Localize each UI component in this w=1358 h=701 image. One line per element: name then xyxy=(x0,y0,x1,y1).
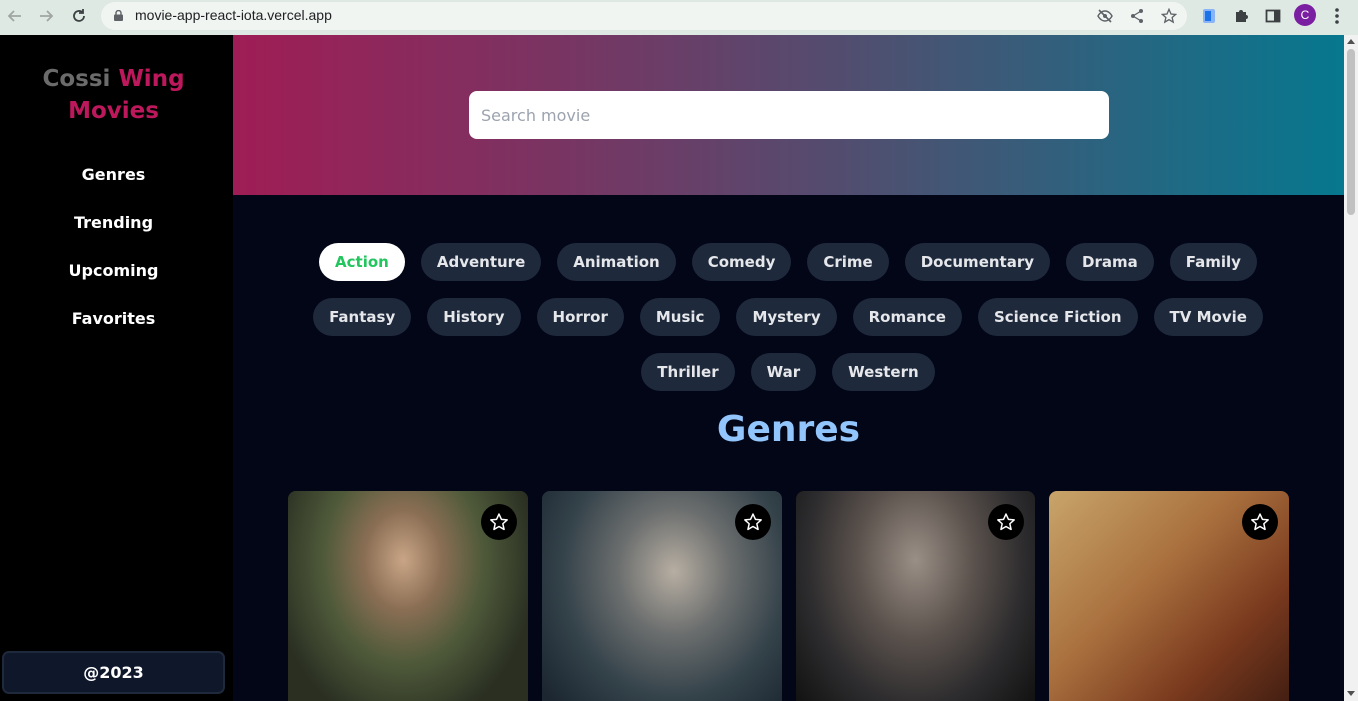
genre-chip-thriller[interactable]: Thriller xyxy=(641,353,735,391)
sidebar-item-upcoming[interactable]: Upcoming xyxy=(0,259,227,307)
genre-chip-action[interactable]: Action xyxy=(319,243,405,281)
puzzle-icon[interactable] xyxy=(1230,5,1252,27)
brand-word-2: Wing xyxy=(118,66,185,92)
kebab-menu-icon[interactable] xyxy=(1326,5,1348,27)
genre-chip-tv-movie[interactable]: TV Movie xyxy=(1153,298,1263,336)
extension-icon[interactable] xyxy=(1198,5,1220,27)
back-arrow-icon[interactable] xyxy=(4,5,26,27)
page-title: Genres xyxy=(716,409,861,450)
sidebar-menu: Genres Trending Upcoming Favorites xyxy=(0,163,227,355)
genre-chip-science-fiction[interactable]: Science Fiction xyxy=(977,298,1138,336)
favorite-star-icon[interactable] xyxy=(734,504,771,540)
genre-chip-crime[interactable]: Crime xyxy=(807,243,889,281)
genre-chip-mystery[interactable]: Mystery xyxy=(736,298,837,336)
sidebar-item-favorites[interactable]: Favorites xyxy=(0,307,227,355)
genre-chip-fantasy[interactable]: Fantasy xyxy=(313,298,412,336)
movie-card[interactable] xyxy=(1049,491,1289,701)
reload-icon[interactable] xyxy=(68,5,90,27)
genre-chip-adventure[interactable]: Adventure xyxy=(420,243,542,281)
genre-chip-western[interactable]: Western xyxy=(832,353,935,391)
brand-word-1: Cossi xyxy=(42,66,111,92)
page-scrollbar[interactable] xyxy=(1344,35,1358,701)
url-text: movie-app-react-iota.vercel.app xyxy=(135,7,332,23)
genre-chip-history[interactable]: History xyxy=(427,298,521,336)
genre-chip-horror[interactable]: Horror xyxy=(536,298,624,336)
scrollbar-thumb[interactable] xyxy=(1347,49,1355,215)
search-input[interactable] xyxy=(469,91,1109,139)
movie-card[interactable] xyxy=(541,491,782,701)
address-bar[interactable]: movie-app-react-iota.vercel.app xyxy=(101,2,1187,30)
copyright-footer: @2023 xyxy=(2,651,225,694)
side-panel-icon[interactable] xyxy=(1262,5,1284,27)
main-content: Action Adventure Animation Comedy Crime … xyxy=(233,35,1344,701)
favorite-star-icon[interactable] xyxy=(1242,504,1278,540)
scroll-down-arrow-icon[interactable] xyxy=(1347,691,1355,696)
hero-banner xyxy=(233,35,1344,195)
scroll-up-arrow-icon[interactable] xyxy=(1347,39,1355,44)
genre-chip-documentary[interactable]: Documentary xyxy=(904,243,1051,281)
avatar[interactable]: C xyxy=(1294,4,1316,26)
favorite-star-icon[interactable] xyxy=(480,504,517,540)
genre-chip-family[interactable]: Family xyxy=(1169,243,1257,281)
genre-list: Action Adventure Animation Comedy Crime … xyxy=(293,243,1283,391)
eye-off-icon[interactable] xyxy=(1095,6,1115,26)
genre-chip-war[interactable]: War xyxy=(750,353,817,391)
sidebar: Cossi Wing Movies Genres Trending Upcomi… xyxy=(0,35,233,701)
brand-word-3: Movies xyxy=(68,98,159,124)
genre-chip-comedy[interactable]: Comedy xyxy=(691,243,792,281)
genre-chip-animation[interactable]: Animation xyxy=(557,243,676,281)
browser-toolbar: movie-app-react-iota.vercel.app C xyxy=(0,0,1358,35)
lock-icon xyxy=(114,10,123,21)
star-icon[interactable] xyxy=(1159,6,1179,26)
movie-grid xyxy=(288,491,1289,701)
sidebar-item-trending[interactable]: Trending xyxy=(0,211,227,259)
favorite-star-icon[interactable] xyxy=(988,504,1025,540)
movie-card[interactable] xyxy=(288,491,528,701)
genre-chip-music[interactable]: Music xyxy=(639,298,721,336)
share-icon[interactable] xyxy=(1127,6,1147,26)
forward-arrow-icon[interactable] xyxy=(35,5,57,27)
app-logo[interactable]: Cossi Wing Movies xyxy=(0,63,227,127)
movie-card[interactable] xyxy=(795,491,1036,701)
genre-chip-romance[interactable]: Romance xyxy=(852,298,962,336)
sidebar-item-genres[interactable]: Genres xyxy=(0,163,227,211)
genre-chip-drama[interactable]: Drama xyxy=(1066,243,1154,281)
